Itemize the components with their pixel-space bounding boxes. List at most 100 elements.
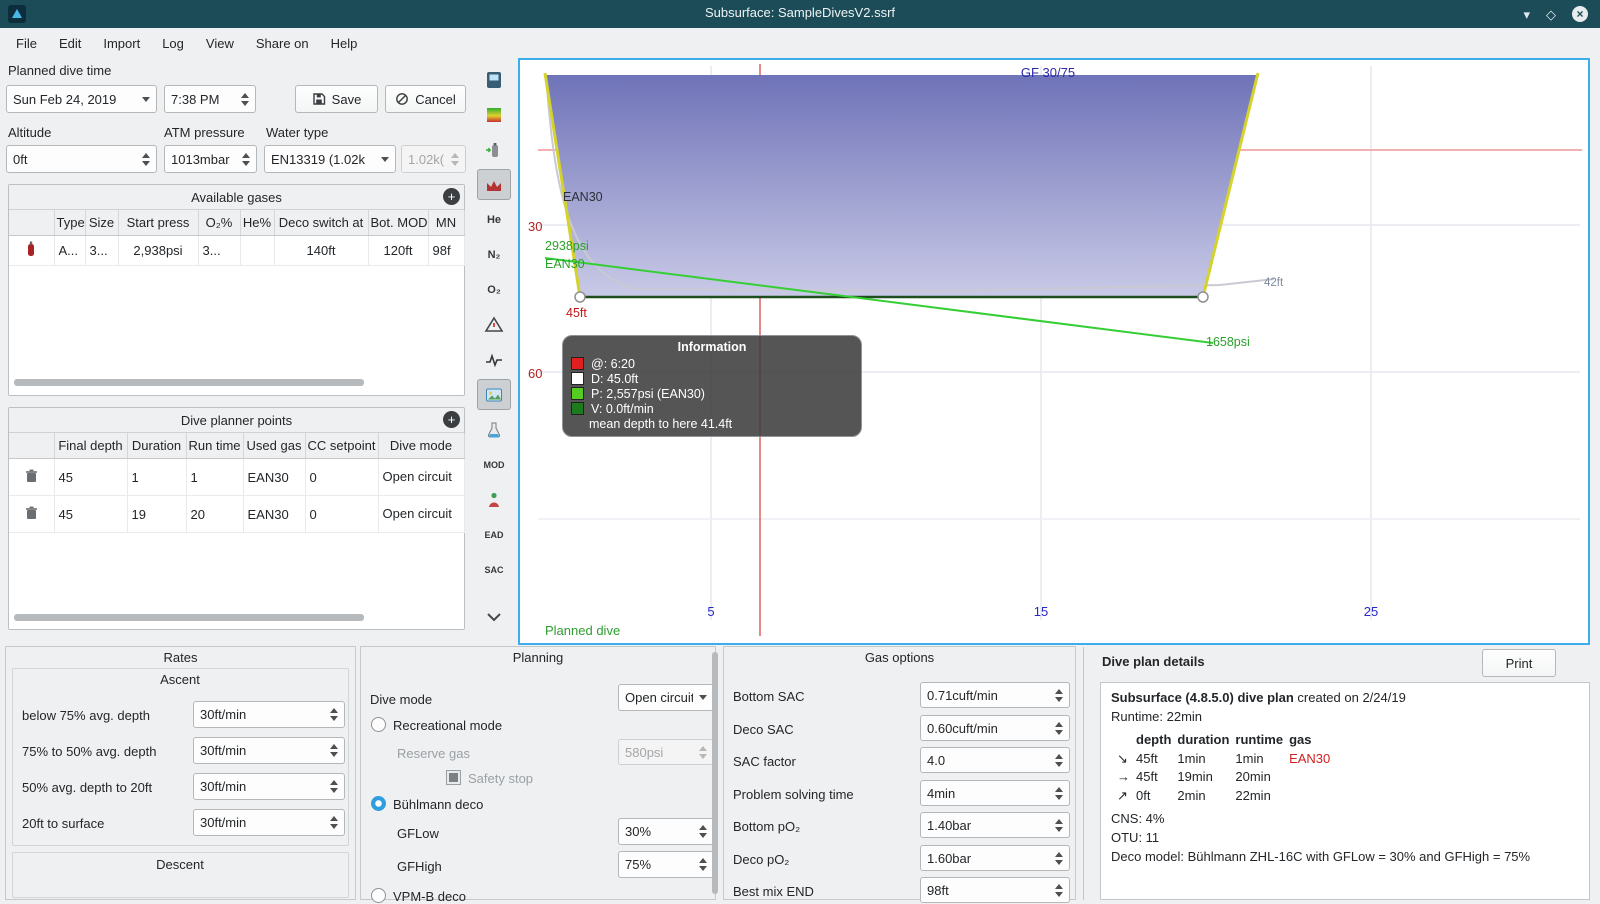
rate-spinner[interactable]: 30ft/min (193, 701, 345, 728)
menu-log[interactable]: Log (152, 32, 194, 55)
window-maximize-icon[interactable]: ◇ (1546, 8, 1556, 21)
safety-stop-checkbox[interactable] (446, 770, 461, 785)
gf-label: GF 30/75 (1021, 65, 1075, 80)
reserve-gas-spinner: 580psi (618, 739, 714, 765)
water-type-combobox[interactable]: EN13319 (1.02k (264, 145, 396, 173)
planning-vscrollbar[interactable] (712, 652, 718, 894)
menu-help[interactable]: Help (321, 32, 368, 55)
calculated-ceiling-toggle-button[interactable] (477, 99, 511, 130)
trash-icon[interactable] (25, 506, 38, 520)
pp-helium-toggle-button[interactable]: He (477, 204, 511, 235)
rate-spinner[interactable]: 30ft/min (193, 773, 345, 800)
menu-view[interactable]: View (196, 32, 244, 55)
gas-option-spinner[interactable]: 4.0 (920, 747, 1070, 773)
point-table-row[interactable]: 45 1 1 EAN30 0 Open circuit (9, 458, 465, 496)
points-hscrollbar[interactable] (14, 614, 364, 621)
menu-file[interactable]: File (6, 32, 47, 55)
waypoint-handle[interactable] (1197, 291, 1209, 303)
ead-toggle-button[interactable]: EAD (477, 519, 511, 550)
photos-toggle-button[interactable] (477, 379, 511, 410)
planning-title: Planning (512, 650, 564, 665)
ceiling-display-toggle-button[interactable] (477, 169, 511, 200)
menubar: File Edit Import Log View Share on Help (0, 28, 1600, 58)
window-close-icon[interactable]: × (1572, 6, 1588, 22)
sac-toggle-button[interactable]: SAC (477, 554, 511, 585)
pp-helium-label: He (486, 213, 502, 226)
heart-rate-icon (486, 352, 502, 367)
sac-label: SAC (484, 564, 504, 575)
vpmb-deco-radio[interactable] (371, 888, 386, 903)
gfhigh-label: GFHigh (397, 859, 442, 874)
recreational-mode-radio[interactable] (371, 717, 386, 732)
altitude-spinner[interactable]: 0ft (6, 145, 157, 173)
plan-deco-model: Deco model: Bühlmann ZHL-16C with GFLow … (1111, 848, 1531, 864)
chevron-down-icon (381, 156, 389, 162)
dive-mode-combobox[interactable]: Open circuit (618, 684, 714, 711)
ceiling-display-icon (487, 180, 501, 191)
planned-dive-time-label: Planned dive time (8, 63, 112, 78)
gas-option-spinner[interactable]: 0.60cuft/min (920, 715, 1070, 741)
panel-separator[interactable] (1083, 647, 1084, 900)
save-button[interactable]: Save (295, 85, 378, 113)
point-table-row[interactable]: 45 19 20 EAN30 0 Open circuit (9, 495, 465, 533)
window-shade-icon[interactable]: ▾ (1523, 8, 1530, 21)
tank-warning-toggle-button[interactable] (477, 309, 511, 340)
gas-option-spinner[interactable]: 4min (920, 780, 1070, 806)
red-swatch-icon (571, 357, 584, 370)
date-combobox[interactable]: Sun Feb 24, 2019 (6, 85, 157, 113)
rate-spinner[interactable]: 30ft/min (193, 809, 345, 836)
gfhigh-spinner[interactable]: 75% (618, 851, 714, 878)
gases-hscrollbar[interactable] (14, 379, 364, 386)
waypoint-handle[interactable] (574, 291, 586, 303)
chevron-down-icon (487, 613, 501, 622)
pp-oxygen-toggle-button[interactable]: O₂ (477, 274, 511, 305)
calculated-ceiling-icon (487, 107, 501, 122)
vpmb-deco-label: VPM-B deco (393, 889, 466, 904)
sac-colors-toggle-button[interactable] (477, 484, 511, 515)
mod-toggle-button[interactable]: MOD (477, 449, 511, 480)
gas-option-spinner[interactable]: 1.60bar (920, 845, 1070, 871)
rate-spinner[interactable]: 30ft/min (193, 737, 345, 764)
gas-option-label: Deco SAC (733, 722, 794, 737)
pp-nitrogen-toggle-button[interactable]: N₂ (477, 239, 511, 270)
rate-label: 20ft to surface (22, 816, 105, 831)
time-spinner[interactable]: 7:38 PM (164, 85, 256, 113)
gas-option-spinner[interactable]: 0.71cuft/min (920, 682, 1070, 708)
tissues-toggle-button[interactable] (477, 414, 511, 445)
gas-change-toggle-button[interactable] (477, 134, 511, 165)
menu-edit[interactable]: Edit (49, 32, 91, 55)
menu-share-on[interactable]: Share on (246, 32, 319, 55)
add-point-button[interactable]: + (443, 411, 460, 428)
gflow-label: GFLow (397, 826, 439, 841)
dive-computer-toggle-button[interactable] (477, 64, 511, 95)
information-tooltip[interactable]: Information @: 6:20 D: 45.0ft P: 2,557ps… (562, 335, 862, 437)
descend-arrow: ↘ (1117, 750, 1128, 766)
time-spin-arrows[interactable] (241, 92, 249, 106)
available-gases-groupbox: Available gases + Type Size Start press O₂… (8, 184, 465, 396)
gas-option-label: Best mix END (733, 884, 814, 899)
gas-table-row[interactable]: A... 3... 2,938psi 3... 140ft 120ft 98f (9, 235, 465, 266)
gas-option-spinner[interactable]: 98ft (920, 877, 1070, 903)
warning-triangle-icon (484, 315, 504, 332)
print-button[interactable]: Print (1482, 649, 1556, 677)
dive-profile-chart[interactable]: GF 30/75 EAN30 2938psi EAN30 45ft 1658ps… (518, 58, 1590, 645)
ead-label: EAD (484, 529, 504, 540)
buhlmann-deco-label: Bühlmann deco (393, 797, 484, 812)
depth-start-label: 45ft (566, 306, 587, 320)
photos-icon (486, 388, 502, 401)
toolbar-collapse-button[interactable] (477, 604, 511, 630)
ascent-title: Ascent (160, 672, 200, 687)
heart-rate-toggle-button[interactable] (477, 344, 511, 375)
cancel-icon (396, 93, 409, 105)
buhlmann-deco-radio[interactable] (371, 796, 386, 811)
available-gases-title: Available gases (191, 189, 282, 205)
trash-icon[interactable] (25, 469, 38, 483)
pp-nitrogen-label: N₂ (487, 248, 501, 261)
menu-import[interactable]: Import (93, 32, 150, 55)
gflow-spinner[interactable]: 30% (618, 818, 714, 845)
gas-option-label: Bottom pO₂ (733, 819, 801, 834)
atm-pressure-spinner[interactable]: 1013mbar (164, 145, 257, 173)
add-gas-button[interactable]: + (443, 188, 460, 205)
cancel-button[interactable]: Cancel (385, 85, 466, 113)
gas-option-spinner[interactable]: 1.40bar (920, 812, 1070, 838)
